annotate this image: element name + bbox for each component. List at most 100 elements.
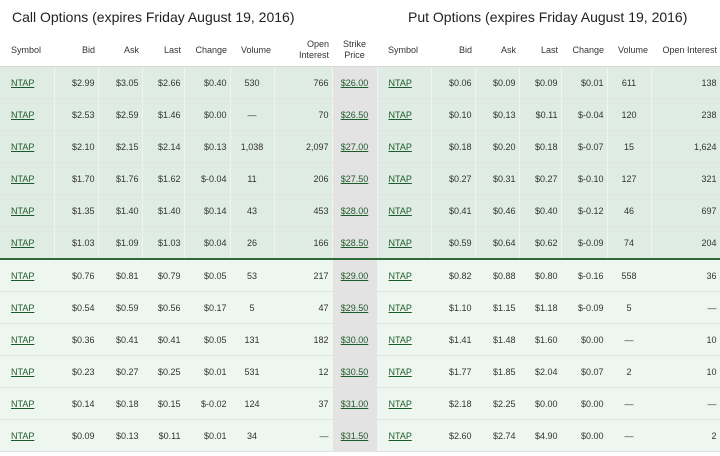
strike-price-cell: $27.00 <box>332 130 378 163</box>
call-open-interest-cell: 766 <box>274 66 333 99</box>
put-symbol-cell: NTAP <box>377 387 432 420</box>
strike-price-link[interactable]: $30.50 <box>341 367 369 377</box>
put-symbol-link[interactable]: NTAP <box>389 367 412 377</box>
strike-price-link[interactable]: $26.50 <box>341 110 369 120</box>
put-symbol-link[interactable]: NTAP <box>389 206 412 216</box>
call-last-cell: $0.41 <box>142 323 185 356</box>
put-symbol-header: Symbol <box>377 34 431 67</box>
put-open-interest-cell: 204 <box>651 226 720 260</box>
table-row: NTAP $0.76 $0.81 $0.79 $0.05 53 217 $29.00 NTAP $… <box>0 258 720 292</box>
call-symbol-link[interactable]: NTAP <box>11 110 34 120</box>
table-header-row: Symbol Bid Ask Last Change Volume Open I… <box>0 34 720 67</box>
put-ask-cell: $2.25 <box>475 387 520 420</box>
call-bid-cell: $1.35 <box>54 194 99 227</box>
strike-price-link[interactable]: $31.00 <box>341 399 369 409</box>
put-last-cell: $1.18 <box>519 291 562 324</box>
call-ask-cell: $1.09 <box>98 226 143 260</box>
call-symbol-link[interactable]: NTAP <box>11 335 34 345</box>
put-symbol-link[interactable]: NTAP <box>389 110 412 120</box>
put-volume-cell: 558 <box>607 258 652 292</box>
options-chain-table: Symbol Bid Ask Last Change Volume Open I… <box>0 34 720 452</box>
strike-price-link[interactable]: $30.00 <box>341 335 369 345</box>
call-change-cell: $0.01 <box>184 419 231 452</box>
put-bid-cell: $0.82 <box>431 258 476 292</box>
put-open-interest-cell: — <box>651 291 720 324</box>
strike-price-cell: $26.50 <box>332 98 378 131</box>
call-bid-header: Bid <box>54 34 98 67</box>
put-symbol-link[interactable]: NTAP <box>389 238 412 248</box>
call-symbol-cell: NTAP <box>0 226 55 260</box>
put-change-cell: $-0.10 <box>561 162 608 195</box>
put-symbol-link[interactable]: NTAP <box>389 142 412 152</box>
put-volume-header: Volume <box>607 34 651 67</box>
put-bid-cell: $1.41 <box>431 323 476 356</box>
call-symbol-link[interactable]: NTAP <box>11 78 34 88</box>
call-bid-cell: $0.54 <box>54 291 99 324</box>
put-symbol-link[interactable]: NTAP <box>389 335 412 345</box>
put-change-cell: $-0.12 <box>561 194 608 227</box>
strike-price-cell: $31.50 <box>332 419 378 452</box>
put-symbol-link[interactable]: NTAP <box>389 399 412 409</box>
call-ask-cell: $0.13 <box>98 419 143 452</box>
table-row: NTAP $0.23 $0.27 $0.25 $0.01 531 12 $30.50 NTAP $… <box>0 355 720 388</box>
strike-price-cell: $27.50 <box>332 162 378 195</box>
put-symbol-cell: NTAP <box>377 66 432 99</box>
put-change-cell: $-0.07 <box>561 130 608 163</box>
put-symbol-link[interactable]: NTAP <box>389 271 412 281</box>
call-symbol-link[interactable]: NTAP <box>11 431 34 441</box>
put-bid-cell: $0.59 <box>431 226 476 260</box>
put-ask-cell: $0.46 <box>475 194 520 227</box>
call-last-cell: $1.40 <box>142 194 185 227</box>
call-symbol-link[interactable]: NTAP <box>11 367 34 377</box>
call-bid-cell: $2.10 <box>54 130 99 163</box>
put-symbol-cell: NTAP <box>377 419 432 452</box>
strike-price-link[interactable]: $28.00 <box>341 206 369 216</box>
put-change-cell: $0.07 <box>561 355 608 388</box>
call-bid-cell: $1.70 <box>54 162 99 195</box>
put-symbol-link[interactable]: NTAP <box>389 303 412 313</box>
strike-price-link[interactable]: $27.00 <box>341 142 369 152</box>
strike-price-link[interactable]: $28.50 <box>341 238 369 248</box>
put-ask-cell: $2.74 <box>475 419 520 452</box>
call-bid-cell: $0.76 <box>54 258 99 292</box>
call-symbol-link[interactable]: NTAP <box>11 174 34 184</box>
strike-price-link[interactable]: $29.50 <box>341 303 369 313</box>
call-symbol-link[interactable]: NTAP <box>11 303 34 313</box>
put-symbol-link[interactable]: NTAP <box>389 78 412 88</box>
call-volume-cell: 131 <box>230 323 275 356</box>
strike-price-cell: $29.00 <box>332 258 378 292</box>
strike-price-cell: $28.50 <box>332 226 378 260</box>
call-symbol-link[interactable]: NTAP <box>11 399 34 409</box>
call-open-interest-cell: 206 <box>274 162 333 195</box>
table-row: NTAP $0.14 $0.18 $0.15 $-0.02 124 37 $31.00 NTAP… <box>0 387 720 420</box>
call-ask-cell: $0.27 <box>98 355 143 388</box>
put-symbol-link[interactable]: NTAP <box>389 431 412 441</box>
call-volume-cell: 1,038 <box>230 130 275 163</box>
put-ask-cell: $1.15 <box>475 291 520 324</box>
strike-price-link[interactable]: $31.50 <box>341 431 369 441</box>
strike-price-cell: $30.50 <box>332 355 378 388</box>
call-symbol-link[interactable]: NTAP <box>11 142 34 152</box>
put-change-cell: $0.00 <box>561 387 608 420</box>
call-symbol-cell: NTAP <box>0 162 55 195</box>
call-symbol-cell: NTAP <box>0 291 55 324</box>
call-volume-cell: 11 <box>230 162 275 195</box>
call-symbol-cell: NTAP <box>0 387 55 420</box>
call-symbol-link[interactable]: NTAP <box>11 271 34 281</box>
call-symbol-link[interactable]: NTAP <box>11 206 34 216</box>
put-open-interest-cell: — <box>651 387 720 420</box>
strike-price-link[interactable]: $27.50 <box>341 174 369 184</box>
strike-price-cell: $31.00 <box>332 387 378 420</box>
strike-price-link[interactable]: $29.00 <box>341 271 369 281</box>
call-open-interest-cell: 12 <box>274 355 333 388</box>
put-symbol-cell: NTAP <box>377 258 432 292</box>
put-last-cell: $1.60 <box>519 323 562 356</box>
put-open-interest-cell: 10 <box>651 355 720 388</box>
put-volume-cell: 15 <box>607 130 652 163</box>
call-change-cell: $0.01 <box>184 355 231 388</box>
put-open-interest-cell: 2 <box>651 419 720 452</box>
strike-price-link[interactable]: $26.00 <box>341 78 369 88</box>
put-symbol-link[interactable]: NTAP <box>389 174 412 184</box>
call-symbol-link[interactable]: NTAP <box>11 238 34 248</box>
call-bid-cell: $0.14 <box>54 387 99 420</box>
